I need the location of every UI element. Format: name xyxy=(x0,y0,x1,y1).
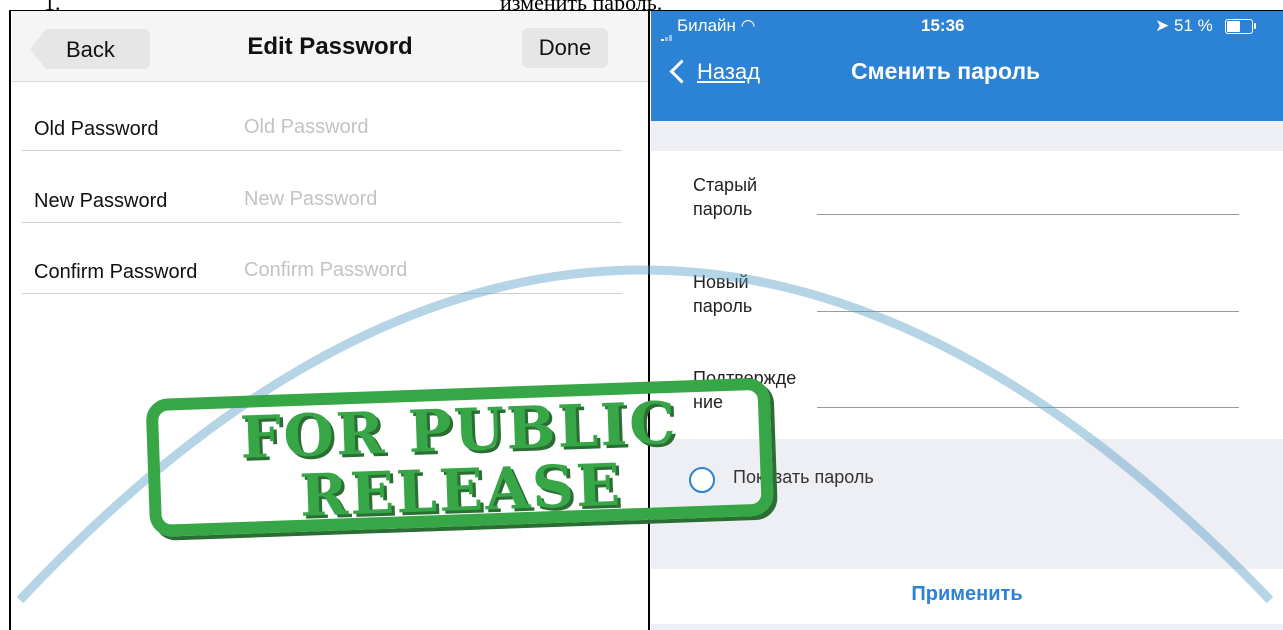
new-password-label: New Password xyxy=(34,190,168,212)
confirm-password-label: Confirm Password xyxy=(34,261,198,283)
confirm-password-row[interactable]: Подтверждение xyxy=(651,344,1283,440)
show-password-label[interactable]: Показать пароль xyxy=(733,467,874,488)
page-title: Сменить пароль xyxy=(851,58,1041,84)
battery-icon xyxy=(1225,19,1256,34)
status-bar: Билайн ◠ 15:36 ➤ 51 % xyxy=(651,11,1283,45)
new-password-input-line[interactable] xyxy=(817,311,1239,312)
done-button[interactable]: Done xyxy=(522,28,608,68)
wifi-icon: ◠ xyxy=(740,16,756,35)
confirm-password-row: Confirm Password xyxy=(22,224,624,294)
row-separator xyxy=(22,222,622,223)
frame-divider-line xyxy=(648,10,650,630)
confirm-password-label: Подтверждение xyxy=(693,368,797,412)
new-password-label: Новый пароль xyxy=(693,272,753,316)
new-password-input[interactable] xyxy=(244,188,624,211)
status-time: 15:36 xyxy=(921,16,965,35)
navigation-bar: Back Edit Password Done xyxy=(12,11,648,82)
change-password-screen: Билайн ◠ 15:36 ➤ 51 % Назад Сменить паро… xyxy=(651,11,1283,630)
battery-percent: ➤ 51 % xyxy=(1155,16,1213,35)
row-separator xyxy=(22,293,622,294)
confirm-password-input[interactable] xyxy=(244,259,624,282)
navigation-bar: Назад Сменить пароль xyxy=(651,41,1283,121)
back-link-label: Назад xyxy=(697,59,761,84)
old-password-input[interactable] xyxy=(244,116,624,139)
old-password-label: Old Password xyxy=(34,118,159,140)
apply-button[interactable]: Применить xyxy=(651,569,1283,624)
document-caption: 1. изменить пароль. xyxy=(0,0,1283,15)
row-separator xyxy=(22,150,622,151)
new-password-row: New Password xyxy=(22,153,624,223)
chevron-left-icon xyxy=(669,59,694,84)
location-icon: ➤ xyxy=(1155,16,1170,35)
frame-left-line xyxy=(9,10,11,630)
carrier-name: Билайн ◠ xyxy=(677,16,756,35)
bottom-gap xyxy=(651,624,1283,630)
old-password-input-line[interactable] xyxy=(817,214,1239,215)
edit-password-screen: Back Edit Password Done Old Password New… xyxy=(12,11,648,630)
old-password-row: Old Password xyxy=(22,81,624,151)
old-password-label: Старый пароль xyxy=(693,175,758,219)
options-section: Показать пароль xyxy=(651,439,1283,569)
old-password-row[interactable]: Старый пароль xyxy=(651,151,1283,247)
confirm-password-input-line[interactable] xyxy=(817,407,1239,408)
show-password-radio[interactable] xyxy=(689,467,715,493)
new-password-row[interactable]: Новый пароль xyxy=(651,248,1283,344)
section-gap xyxy=(651,121,1283,151)
